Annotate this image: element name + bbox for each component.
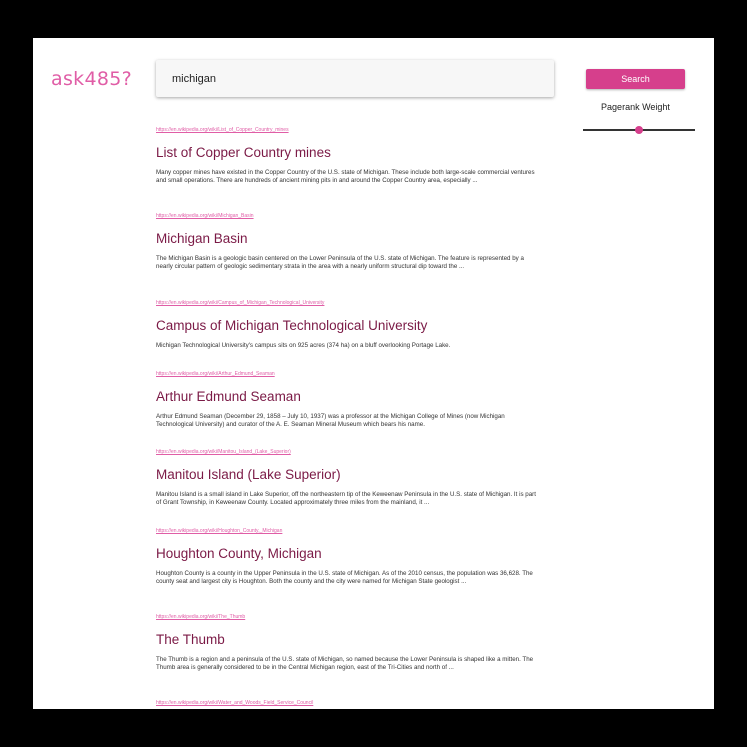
result-snippet: Michigan Technological University's camp… — [156, 342, 451, 349]
result-url[interactable]: https://en.wikipedia.org/wiki/Water_and_… — [156, 699, 541, 709]
result-snippet: Many copper mines have existed in the Co… — [156, 169, 535, 184]
pagerank-label: Pagerank Weight — [601, 102, 670, 112]
result-title: Campus of Michigan Technological Univers… — [156, 318, 428, 333]
result-item: https://en.wikipedia.org/wiki/Houghton_C… — [156, 527, 541, 613]
search-input[interactable] — [156, 71, 534, 86]
result-title: List of Copper Country mines — [156, 145, 331, 160]
result-snippet: Arthur Edmund Seaman (December 29, 1858 … — [156, 413, 505, 428]
result-snippet: The Michigan Basin is a geologic basin c… — [156, 255, 524, 270]
result-title: Houghton County, Michigan — [156, 546, 322, 561]
result-url[interactable]: https://en.wikipedia.org/wiki/Campus_of_… — [156, 299, 541, 317]
logo[interactable]: ask485? — [51, 68, 132, 90]
search-box[interactable] — [156, 60, 554, 97]
result-url[interactable]: https://en.wikipedia.org/wiki/Arthur_Edm… — [156, 370, 541, 388]
result-item: https://en.wikipedia.org/wiki/The_Thumb … — [156, 613, 541, 699]
result-title: Arthur Edmund Seaman — [156, 389, 301, 404]
result-item: https://en.wikipedia.org/wiki/List_of_Co… — [156, 126, 541, 212]
result-title: Manitou Island (Lake Superior) — [156, 467, 341, 482]
result-url[interactable]: https://en.wikipedia.org/wiki/The_Thumb — [156, 613, 541, 631]
slider-thumb[interactable] — [635, 126, 643, 134]
result-snippet: The Thumb is a region and a peninsula of… — [156, 656, 534, 671]
result-snippet: Manitou Island is a small island in Lake… — [156, 491, 536, 506]
result-title: The Thumb — [156, 632, 225, 647]
result-title: Michigan Basin — [156, 231, 248, 246]
results-list: https://en.wikipedia.org/wiki/List_of_Co… — [156, 126, 541, 709]
result-url[interactable]: https://en.wikipedia.org/wiki/Houghton_C… — [156, 527, 541, 545]
result-item: https://en.wikipedia.org/wiki/Arthur_Edm… — [156, 370, 541, 448]
app-window: ask485? Search Pagerank Weight https://e… — [33, 38, 714, 709]
result-item: https://en.wikipedia.org/wiki/Michigan_B… — [156, 212, 541, 299]
pagerank-slider[interactable] — [583, 126, 695, 136]
result-snippet: Houghton County is a county in the Upper… — [156, 570, 533, 585]
result-url[interactable]: https://en.wikipedia.org/wiki/Manitou_Is… — [156, 448, 541, 466]
result-item: https://en.wikipedia.org/wiki/Campus_of_… — [156, 299, 541, 370]
result-url[interactable]: https://en.wikipedia.org/wiki/List_of_Co… — [156, 126, 541, 144]
result-item: https://en.wikipedia.org/wiki/Manitou_Is… — [156, 448, 541, 527]
result-url[interactable]: https://en.wikipedia.org/wiki/Michigan_B… — [156, 212, 541, 230]
search-button[interactable]: Search — [586, 69, 685, 89]
result-item: https://en.wikipedia.org/wiki/Water_and_… — [156, 699, 541, 709]
